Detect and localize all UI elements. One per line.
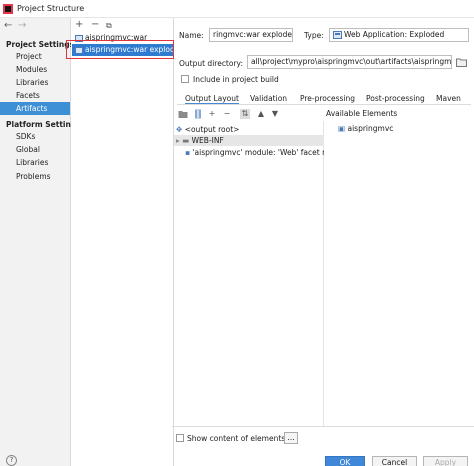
tree-row-label: WEB-INF — [191, 136, 224, 145]
apply-button[interactable]: Apply — [423, 456, 468, 466]
include-in-build-checkbox[interactable] — [181, 75, 189, 83]
archive-icon[interactable] — [193, 109, 203, 119]
window-title: Project Structure — [17, 4, 85, 13]
forward-arrow-icon[interactable]: → — [18, 20, 26, 31]
sidebar-item-global-libraries[interactable]: Global Libraries — [0, 143, 70, 167]
folder-browse-icon[interactable] — [456, 57, 467, 67]
tabs-divider — [177, 104, 471, 105]
expand-arrow-icon: ▸ — [176, 136, 180, 145]
show-content-label: Show content of elements — [187, 434, 286, 443]
intellij-app-icon — [3, 4, 13, 14]
tree-row-output-root[interactable]: ✥ <output root> — [176, 124, 239, 135]
sidebar-item-artifacts[interactable]: Artifacts — [0, 102, 70, 115]
content-options-button[interactable]: ... — [284, 432, 298, 444]
project-settings-header: Project Settings — [6, 40, 75, 49]
output-directory-input[interactable]: all\project\mypro\aispringmvc\out\artifa… — [247, 55, 452, 69]
tree-row-label: <output root> — [184, 125, 240, 134]
sidebar-item-problems[interactable]: Problems — [0, 170, 70, 183]
name-label: Name: — [179, 31, 204, 40]
sidebar-item-facets[interactable]: Facets — [0, 89, 70, 102]
output-root-icon: ✥ — [176, 125, 183, 134]
output-directory-label: Output directory: — [179, 59, 243, 68]
tree-row-facet-resources[interactable]: ▪ 'aispringmvc' module: 'Web' facet res — [185, 147, 324, 158]
copy-artifact-button[interactable]: ⧉ — [106, 21, 112, 31]
artifact-type-select[interactable]: Web Application: Exploded — [329, 28, 469, 42]
include-in-build-label: Include in project build — [193, 75, 279, 84]
available-item-label: aispringmvc — [347, 124, 394, 133]
show-content-checkbox[interactable] — [176, 434, 184, 442]
tree-row-web-inf[interactable]: ▸ ▬ WEB-INF — [174, 135, 324, 146]
create-directory-icon[interactable] — [178, 109, 188, 119]
artifacts-list-panel — [71, 18, 174, 466]
remove-artifact-button[interactable]: − — [91, 19, 99, 30]
remove-element-button[interactable]: − — [222, 109, 232, 119]
artifact-name-input[interactable]: ringmvc:war exploded — [209, 28, 293, 42]
folder-icon: ▬ — [182, 136, 190, 145]
ok-button[interactable]: OK — [325, 456, 365, 466]
help-icon[interactable]: ? — [6, 455, 17, 466]
module-icon: ▣ — [338, 124, 346, 133]
available-item-aispringmvc[interactable]: ▣ aispringmvc — [338, 124, 393, 133]
move-down-icon[interactable]: ▼ — [270, 109, 280, 119]
tree-row-label: 'aispringmvc' module: 'Web' facet res — [192, 148, 324, 157]
sidebar-item-project[interactable]: Project — [0, 50, 70, 63]
bottom-divider — [172, 426, 474, 427]
type-label: Type: — [304, 31, 324, 40]
sidebar-item-sdks[interactable]: SDKs — [0, 130, 70, 143]
add-element-button[interactable]: + — [207, 109, 217, 119]
add-artifact-button[interactable]: + — [75, 19, 83, 30]
sidebar-item-modules[interactable]: Modules — [0, 63, 70, 76]
output-layout-tree — [174, 121, 324, 426]
back-arrow-icon[interactable]: ← — [4, 20, 12, 31]
type-select-value: Web Application: Exploded — [344, 30, 445, 39]
sidebar-item-libraries[interactable]: Libraries — [0, 76, 70, 89]
highlight-annotation-box — [66, 40, 174, 59]
platform-settings-header: Platform Settings — [6, 120, 81, 129]
sort-elements-icon[interactable]: ⇅ — [240, 109, 250, 119]
available-elements-header: Available Elements — [326, 109, 398, 118]
module-resource-icon: ▪ — [185, 148, 191, 157]
move-up-icon[interactable]: ▲ — [256, 109, 266, 119]
web-module-icon — [333, 31, 342, 39]
cancel-button[interactable]: Cancel — [372, 456, 417, 466]
